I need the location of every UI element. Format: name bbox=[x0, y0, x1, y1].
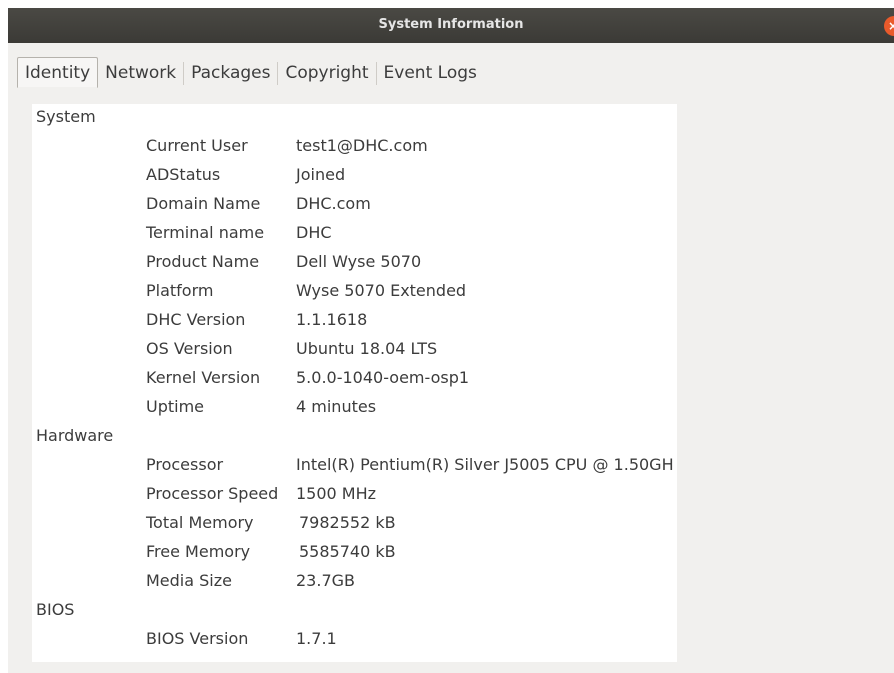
title-bar[interactable]: System Information × bbox=[8, 8, 894, 43]
row-value-media-size: 23.7GB bbox=[296, 571, 355, 590]
row-label-product-name: Product Name bbox=[146, 252, 260, 271]
row-label-current-user: Current User bbox=[146, 136, 248, 155]
row-label-total-memory: Total Memory bbox=[146, 513, 254, 532]
row-value-dhc-version: 1.1.1618 bbox=[296, 310, 368, 329]
identity-info-pane: System Current User test1@DHC.com ADStat… bbox=[32, 104, 677, 662]
row-label-adstatus: ADStatus bbox=[146, 165, 221, 184]
tab-event-logs[interactable]: Event Logs bbox=[377, 57, 484, 88]
tab-identity[interactable]: Identity bbox=[17, 57, 99, 88]
row-value-processor-speed: 1500 MHz bbox=[296, 484, 377, 503]
row-value-platform: Wyse 5070 Extended bbox=[296, 281, 467, 300]
row-label-processor: Processor bbox=[146, 455, 224, 474]
row-value-terminal-name: DHC bbox=[296, 223, 332, 242]
row-label-kernel-version: Kernel Version bbox=[146, 368, 261, 387]
tab-network[interactable]: Network bbox=[98, 57, 183, 88]
tab-bar: Identity Network Packages Copyright Even… bbox=[17, 57, 484, 90]
row-value-os-version: Ubuntu 18.04 LTS bbox=[296, 339, 438, 358]
row-value-product-name: Dell Wyse 5070 bbox=[296, 252, 422, 271]
row-label-domain-name: Domain Name bbox=[146, 194, 261, 213]
row-value-bios-version: 1.7.1 bbox=[296, 629, 337, 648]
row-value-uptime: 4 minutes bbox=[296, 397, 377, 416]
section-heading-hardware: Hardware bbox=[36, 426, 114, 445]
row-label-dhc-version: DHC Version bbox=[146, 310, 246, 329]
window-title: System Information bbox=[378, 17, 524, 32]
section-heading-bios: BIOS bbox=[36, 600, 75, 619]
close-icon[interactable]: × bbox=[884, 16, 894, 36]
system-information-window: System Information × Identity Network Pa… bbox=[8, 8, 894, 673]
row-value-adstatus: Joined bbox=[296, 165, 346, 184]
row-label-media-size: Media Size bbox=[146, 571, 232, 590]
row-value-kernel-version: 5.0.0-1040-oem-osp1 bbox=[296, 368, 470, 387]
row-label-bios-version: BIOS Version bbox=[146, 629, 249, 648]
row-value-processor: Intel(R) Pentium(R) Silver J5005 CPU @ 1… bbox=[296, 455, 674, 474]
tab-packages[interactable]: Packages bbox=[184, 57, 277, 88]
row-value-total-memory: 7982552 kB bbox=[299, 513, 396, 532]
row-value-domain-name: DHC.com bbox=[296, 194, 371, 213]
row-label-platform: Platform bbox=[146, 281, 214, 300]
row-value-free-memory: 5585740 kB bbox=[299, 542, 396, 561]
section-heading-system: System bbox=[36, 107, 96, 126]
row-label-os-version: OS Version bbox=[146, 339, 233, 358]
row-label-processor-speed: Processor Speed bbox=[146, 484, 279, 503]
row-label-free-memory: Free Memory bbox=[146, 542, 251, 561]
row-value-current-user: test1@DHC.com bbox=[296, 136, 428, 155]
tab-copyright[interactable]: Copyright bbox=[278, 57, 375, 88]
row-label-terminal-name: Terminal name bbox=[146, 223, 265, 242]
row-label-uptime: Uptime bbox=[146, 397, 205, 416]
